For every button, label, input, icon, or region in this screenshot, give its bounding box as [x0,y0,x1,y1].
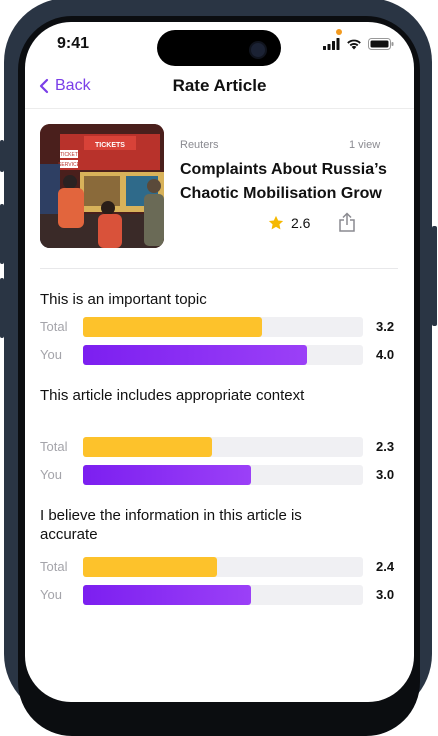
your-rating-value: 3.0 [376,587,395,602]
total-rating-bar [83,437,363,457]
privacy-indicator-dot [336,29,342,35]
camera-icon [249,41,267,59]
your-rating-bar[interactable] [83,465,363,485]
your-rating-value: 3.0 [376,467,395,482]
article-photo: TICKETS TICKET SERVICE [40,124,164,248]
total-rating-fill [83,317,263,337]
status-time: 9:41 [57,35,90,52]
thumbnail-sign-tickets: TICKETS [95,142,125,149]
you-label: You [40,347,62,362]
nav-divider [25,108,414,109]
battery-icon [368,38,394,50]
total-rating-value: 2.3 [376,439,395,454]
total-rating-value: 2.4 [376,559,395,574]
article-title[interactable]: Complaints About Russia’s Chaotic Mobili… [180,158,405,206]
article-thumbnail[interactable]: TICKETS TICKET SERVICE [40,124,164,248]
total-rating-bar [83,317,363,337]
phone-side-button-right [432,226,437,326]
article-view-count: 1 view [349,139,381,151]
you-label: You [40,467,62,482]
your-rating-fill [83,585,251,605]
total-rating-fill [83,557,218,577]
phone-side-button-left-1 [0,140,4,172]
total-label: Total [40,319,68,334]
total-rating-fill [83,437,212,457]
your-rating-bar[interactable] [83,585,363,605]
your-rating-value: 4.0 [376,347,395,362]
share-icon [339,212,355,232]
article-rating: 2.6 [267,214,310,232]
phone-side-button-left-2 [0,204,4,264]
question-title: This article includes appropriate contex… [40,387,305,404]
phone-side-button-left-3 [0,278,4,338]
article-source: Reuters [180,139,219,151]
your-rating-bar[interactable] [83,345,363,365]
dynamic-island [157,30,281,66]
share-button[interactable] [338,212,356,237]
wifi-icon [347,39,361,50]
you-label: You [40,587,62,602]
status-icons [323,38,394,50]
your-rating-fill [83,345,307,365]
star-icon [268,215,284,230]
total-label: Total [40,439,68,454]
question-title: This is an important topic [40,291,207,308]
app-screen: 9:41 Back Rate Article TICKETS TICKET SE… [25,22,414,702]
page-title: Rate Article [172,76,267,95]
question-title: I believe the information in this articl… [40,507,302,543]
total-rating-bar [83,557,363,577]
total-rating-value: 3.2 [376,319,395,334]
thumbnail-sign-service: SERVICE [58,162,81,168]
thumbnail-sign-ticket: TICKET [60,152,78,158]
card-divider [40,268,398,269]
signal-icon [323,38,340,50]
rating-value: 2.6 [291,215,311,231]
total-label: Total [40,559,68,574]
navigation-bar: Back Rate Article [25,70,414,108]
your-rating-fill [83,465,251,485]
